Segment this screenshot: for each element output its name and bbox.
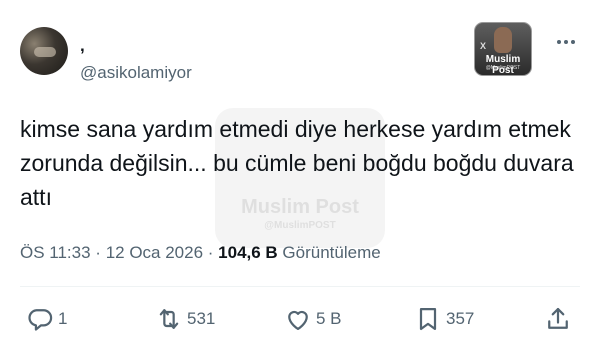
badge-x-mark: X [480,41,487,51]
views-label[interactable]: Görüntüleme [278,243,380,262]
share-button[interactable] [544,303,572,335]
watermark-subtitle: @MuslimPOST [264,220,336,231]
repost-button[interactable]: 531 [155,303,215,335]
badge-portrait [494,27,512,53]
tweet-meta: ÖS 11:33 · 12 Oca 2026 · 104,6 B Görüntü… [20,242,381,264]
bookmark-count: 357 [446,309,475,328]
tweet-card: , @asikolamiyor X Muslim Post @MuslimPOS… [0,0,600,357]
meta-separator: · [90,243,106,262]
tweet-date[interactable]: 12 Oca 2026 [106,243,203,262]
repost-icon [159,309,179,329]
share-icon [548,307,568,329]
views-count[interactable]: 104,6 B [218,243,278,262]
reply-button[interactable]: 1 [26,303,67,335]
bookmark-icon [419,307,437,331]
muslim-post-badge-logo: X Muslim Post @MuslimPOST [474,22,532,76]
more-horizontal-icon [557,40,561,44]
avatar[interactable] [20,27,68,75]
more-dot [564,40,568,44]
tweet-text: kimse sana yardım etmedi diye herkese ya… [20,116,574,210]
reply-icon [28,309,53,331]
bookmark-button[interactable]: 357 [414,303,474,335]
divider [20,286,580,287]
author-handle[interactable]: @asikolamiyor [80,62,192,84]
tweet-time[interactable]: ÖS 11:33 [20,243,91,262]
heart-icon [288,310,308,331]
repost-count: 531 [187,309,216,328]
meta-separator: · [203,243,219,262]
badge-subtitle: @MuslimPOST [485,65,521,71]
more-options-button[interactable] [550,30,582,54]
more-dot [571,40,575,44]
like-count: 5 B [316,309,342,328]
author-display-name[interactable]: , [80,36,85,56]
reply-count: 1 [58,309,68,328]
like-button[interactable]: 5 B [284,303,342,335]
